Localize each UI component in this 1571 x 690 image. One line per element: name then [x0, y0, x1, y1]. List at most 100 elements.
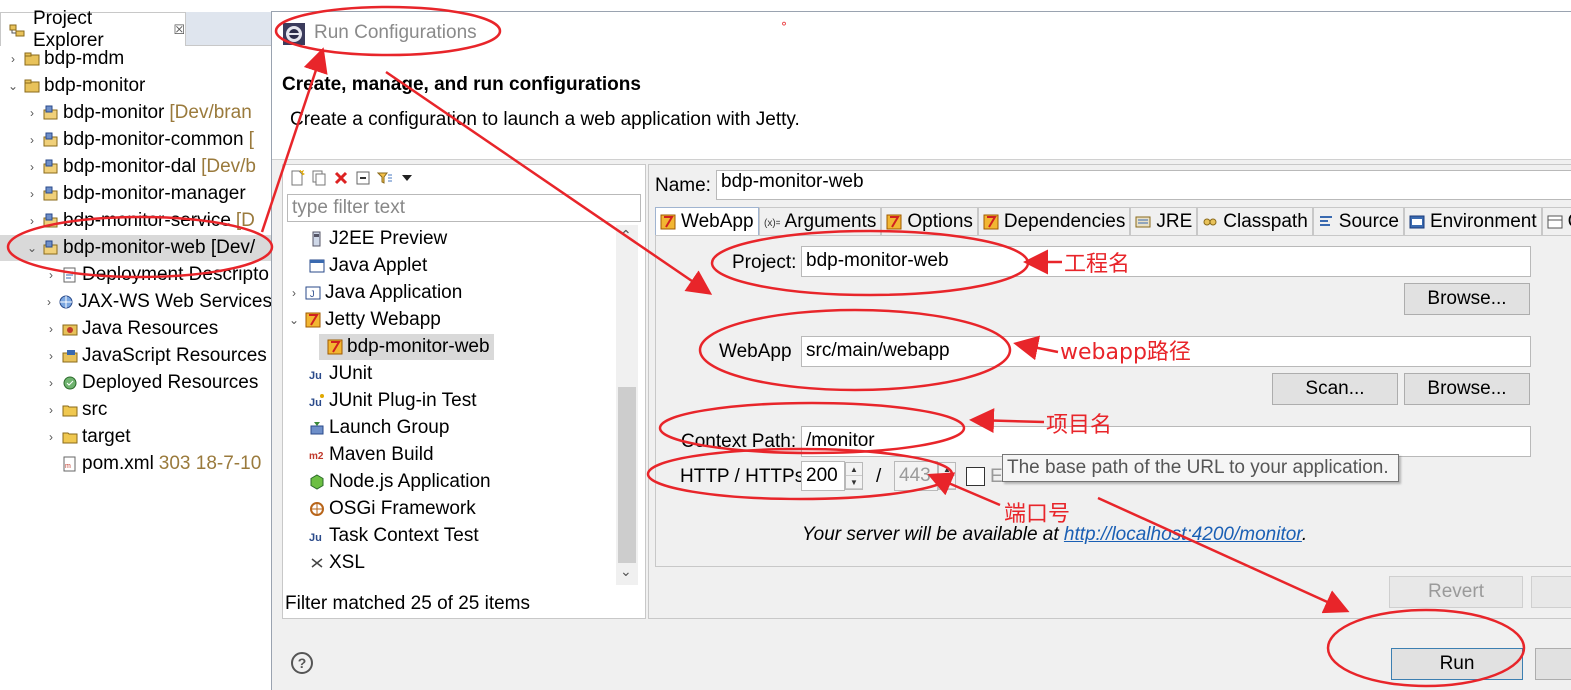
http-port-spinner[interactable]: ▲ ▼ — [845, 462, 863, 490]
collapsed-arrow-icon[interactable]: › — [287, 286, 301, 300]
collapsed-arrow-icon[interactable]: › — [44, 403, 58, 417]
explorer-tree-item[interactable]: › bdp-monitor-service [D — [0, 208, 272, 234]
config-type-item[interactable]: › J Java Application — [283, 280, 462, 306]
revert-button[interactable]: Revert — [1389, 576, 1523, 608]
project-explorer-tab[interactable]: Project Explorer ☒ — [0, 8, 186, 51]
config-item-selected[interactable]: bdp-monitor-web — [319, 334, 494, 360]
config-type-item[interactable]: OSGi Framework — [283, 496, 476, 522]
explorer-tree-item[interactable]: › bdp-monitor [Dev/bran — [0, 100, 272, 126]
http-port-input[interactable]: 200 — [801, 461, 845, 491]
config-type-item[interactable]: ⌄ Jetty Webapp — [283, 307, 441, 333]
explorer-tree-item[interactable]: ⌄ bdp-monitor — [0, 73, 272, 99]
project-icon — [24, 78, 40, 94]
explorer-tree-item[interactable]: › target — [0, 424, 272, 450]
config-type-item[interactable]: Ju JUnit — [283, 361, 372, 387]
collapsed-arrow-icon[interactable]: › — [44, 430, 58, 444]
new-config-icon[interactable] — [289, 169, 306, 186]
explorer-tree-item[interactable]: › Deployment Descripto — [0, 262, 272, 288]
collapse-all-icon[interactable] — [355, 170, 371, 186]
tab-label: JRE — [1156, 210, 1193, 232]
spin-up-icon[interactable]: ▲ — [846, 463, 862, 476]
task-icon: Ju — [309, 528, 325, 544]
explorer-tree-item[interactable]: › bdp-monitor-manager — [0, 181, 272, 207]
config-type-item[interactable]: Node.js Application — [283, 469, 491, 495]
list-scroll-thumb[interactable] — [618, 387, 636, 563]
environment-tab-icon — [1409, 214, 1425, 230]
close-button-partial[interactable] — [1535, 648, 1571, 680]
config-type-label: Jetty Webapp — [325, 309, 441, 330]
config-type-label: JUnit — [329, 363, 373, 384]
config-type-item[interactable]: XSL — [283, 550, 365, 576]
tab-webapp[interactable]: WebApp — [655, 207, 759, 235]
expanded-arrow-icon[interactable]: ⌄ — [25, 241, 39, 255]
tab-c[interactable]: C — [1541, 207, 1571, 235]
config-type-item[interactable]: m2 Maven Build — [283, 442, 434, 468]
spin-down-icon[interactable]: ▼ — [939, 476, 955, 489]
explorer-tree-item[interactable]: ⌄ bdp-monitor-web [Dev/ — [0, 235, 272, 261]
explorer-tree-item[interactable]: › src — [0, 397, 272, 423]
view-menu-icon[interactable] — [399, 170, 415, 186]
collapsed-arrow-icon[interactable]: › — [25, 214, 39, 228]
tab-options[interactable]: Options — [881, 207, 978, 235]
explorer-tree-item[interactable]: › bdp-monitor-common[ — [0, 127, 272, 153]
explorer-tree-item[interactable]: › Deployed Resources — [0, 370, 272, 396]
expanded-arrow-icon[interactable]: ⌄ — [287, 313, 301, 327]
config-type-item[interactable]: Launch Group — [283, 415, 449, 441]
explorer-tree-item[interactable]: › JAX-WS Web Services — [0, 289, 272, 315]
port-separator: / — [876, 466, 882, 487]
duplicate-config-icon[interactable] — [311, 170, 327, 186]
run-button[interactable]: Run — [1391, 648, 1523, 680]
config-type-item[interactable]: Java Applet — [283, 253, 427, 279]
delete-config-icon[interactable] — [333, 170, 349, 186]
collapsed-arrow-icon[interactable]: › — [44, 322, 58, 336]
expanded-arrow-icon[interactable]: ⌄ — [6, 79, 20, 93]
filter-icon[interactable] — [376, 170, 393, 186]
https-port-spinner[interactable]: ▲ ▼ — [938, 462, 956, 490]
tab-dependencies[interactable]: Dependencies — [977, 207, 1131, 235]
collapsed-arrow-icon[interactable]: › — [25, 187, 39, 201]
collapsed-arrow-icon[interactable]: › — [25, 160, 39, 174]
eclipse-icon — [282, 22, 306, 46]
tab-source[interactable]: Source — [1312, 207, 1404, 235]
explorer-tree-item[interactable]: m pom.xml 303 18-7-10 — [0, 451, 272, 477]
module-icon — [43, 159, 59, 175]
webapp-browse-button[interactable]: Browse... — [1404, 373, 1530, 405]
config-type-item[interactable]: J2EE Preview — [283, 226, 447, 252]
collapsed-arrow-icon[interactable]: › — [44, 268, 58, 282]
scan-button[interactable]: Scan... — [1272, 373, 1398, 405]
project-explorer-title: Project Explorer — [33, 7, 104, 51]
context-path-input[interactable]: /monitor — [801, 426, 1531, 457]
help-icon[interactable]: ? — [291, 652, 313, 674]
scroll-down-icon[interactable]: ⌄ — [620, 563, 632, 580]
dialog-titlebar[interactable]: Run Configurations — [272, 12, 1571, 56]
collapsed-arrow-icon[interactable]: › — [25, 106, 39, 120]
explorer-tree-item[interactable]: › Java Resources — [0, 316, 272, 342]
collapsed-arrow-icon[interactable]: › — [6, 52, 20, 66]
scroll-up-icon[interactable]: ⌃ — [620, 227, 632, 244]
collapsed-arrow-icon[interactable]: › — [44, 295, 54, 309]
collapsed-arrow-icon[interactable]: › — [44, 349, 58, 363]
enable-https-checkbox[interactable] — [966, 467, 985, 486]
https-port-input[interactable]: 443 — [894, 461, 938, 491]
tab-arguments[interactable]: (x)= Arguments — [758, 207, 882, 235]
webapp-tab-icon — [660, 214, 676, 230]
tab-environment[interactable]: Environment — [1403, 207, 1542, 235]
project-browse-button[interactable]: Browse... — [1404, 283, 1530, 315]
apply-button-partial[interactable] — [1531, 576, 1571, 608]
explorer-tree-item[interactable]: › bdp-mdm — [0, 46, 272, 72]
collapsed-arrow-icon[interactable]: › — [44, 376, 58, 390]
tab-classpath[interactable]: Classpath — [1197, 207, 1313, 235]
filter-input[interactable] — [287, 194, 641, 222]
name-input[interactable]: bdp-monitor-web — [716, 170, 1571, 200]
spin-up-icon[interactable]: ▲ — [939, 463, 955, 476]
collapsed-arrow-icon[interactable]: › — [25, 133, 39, 147]
config-type-item[interactable]: Ju JUnit Plug-in Test — [283, 388, 477, 414]
explorer-tree-item[interactable]: › JavaScript Resources — [0, 343, 272, 369]
project-input[interactable]: bdp-monitor-web — [801, 246, 1531, 277]
tab-jre[interactable]: JRE — [1130, 207, 1198, 235]
config-type-item[interactable]: Ju Task Context Test — [283, 523, 479, 549]
spin-down-icon[interactable]: ▼ — [846, 476, 862, 489]
server-url-link[interactable]: http://localhost:4200/monitor — [1064, 524, 1302, 545]
explorer-tree-item[interactable]: › bdp-monitor-dal [Dev/b — [0, 154, 272, 180]
close-icon[interactable]: ☒ — [173, 22, 185, 38]
